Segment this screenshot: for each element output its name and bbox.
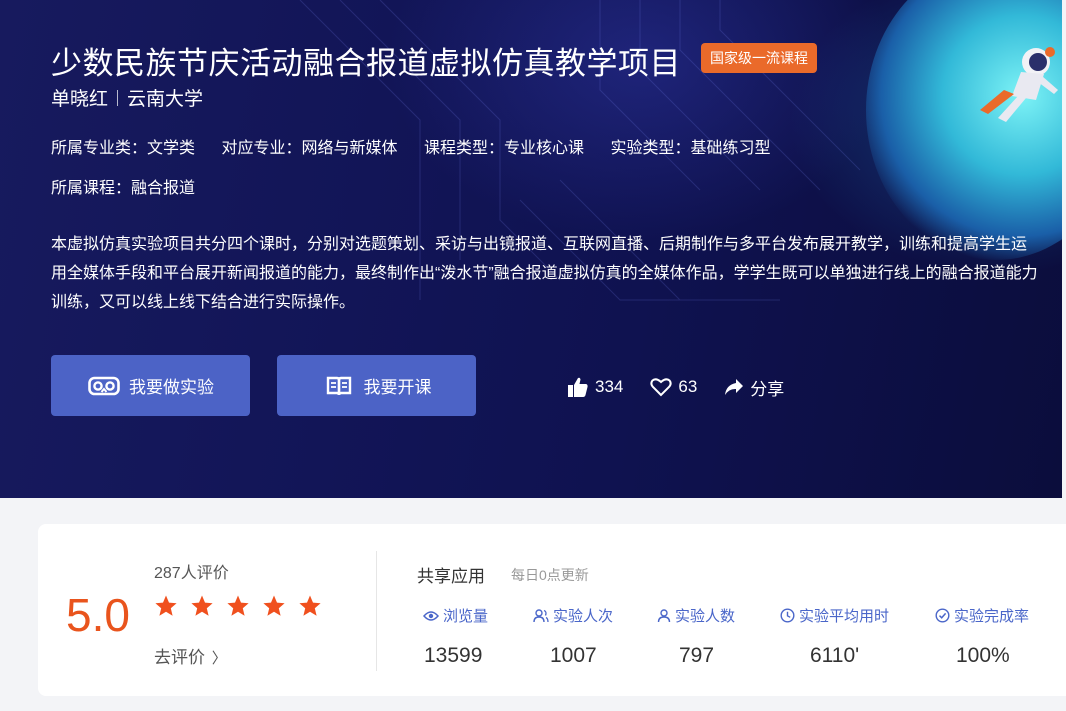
institution-name[interactable]: 云南大学: [127, 89, 203, 110]
go-review-link[interactable]: 去评价 〉: [154, 643, 227, 668]
star-icon: [155, 595, 177, 616]
favorite-count: 63: [678, 377, 698, 396]
stat-value-experiment-users: 797: [679, 644, 715, 667]
start-experiment-button[interactable]: 我要做实验: [51, 355, 250, 416]
chevron-right-icon: 〉: [211, 650, 227, 667]
favorite-button[interactable]: 63: [650, 377, 697, 397]
vr-headset-icon: [87, 374, 121, 398]
stat-label-experiment-times: 实验人次: [533, 605, 613, 626]
star-icon: [191, 595, 213, 616]
start-experiment-label: 我要做实验: [129, 378, 214, 397]
hero-banner: 少数民族节庆活动融合报道虚拟仿真教学项目 国家级一流课程 单晓红 云南大学 所属专…: [0, 0, 1062, 498]
users-icon: [533, 608, 549, 622]
rating-score: 5.0: [66, 589, 130, 641]
open-course-label: 我要开课: [363, 378, 432, 397]
clock-icon: [780, 608, 795, 623]
meta-row: 所属课程：融合报道: [51, 174, 217, 198]
star-icon: [227, 595, 249, 616]
check-circle-icon: [935, 608, 950, 623]
stat-value-average-time: 6110': [810, 644, 860, 667]
eye-icon: [423, 610, 439, 621]
star-icon: [263, 595, 285, 616]
like-button[interactable]: 334: [567, 376, 623, 398]
shared-apps-title: 共享应用: [417, 567, 485, 586]
meta-experiment-type: 实验类型：基础练习型: [610, 140, 771, 157]
author-name[interactable]: 单晓红: [51, 89, 108, 110]
meta-course-type: 课程类型：专业核心课: [423, 140, 584, 157]
star-rating: [154, 594, 334, 618]
heart-icon: [650, 378, 672, 397]
shared-apps-update-note: 每日0点更新: [511, 567, 589, 583]
meta-course: 所属课程：融合报道: [51, 180, 196, 197]
go-review-label: 去评价: [154, 648, 205, 667]
star-icon: [299, 595, 321, 616]
stat-value-completion-rate: 100%: [956, 644, 1010, 667]
social-actions: 334 63 分享: [567, 374, 811, 400]
stat-value-views: 13599: [424, 644, 483, 667]
divider: [376, 551, 377, 671]
project-title: 少数民族节庆活动融合报道虚拟仿真教学项目: [51, 46, 681, 81]
stat-label-average-time: 实验平均用时: [780, 605, 889, 626]
user-icon: [657, 608, 671, 622]
author-line: 单晓红 云南大学: [51, 84, 203, 111]
stat-label-completion-rate: 实验完成率: [935, 605, 1029, 626]
book-icon: [322, 374, 356, 398]
astronaut-illustration: [980, 47, 1058, 122]
project-description: 本虚拟仿真实验项目共分四个课时，分别对选题策划、采访与出镜报道、互联网直播、后期…: [51, 236, 1038, 311]
author-divider: [117, 90, 119, 106]
national-course-badge: 国家级一流课程: [701, 43, 817, 73]
share-label: 分享: [750, 379, 785, 399]
meta-row: 所属专业类：文学类 对应专业：网络与新媒体 课程类型：专业核心课 实验类型：基础…: [51, 134, 792, 158]
thumbs-up-icon: [568, 377, 588, 397]
meta-major-category: 所属专业类：文学类: [51, 140, 196, 157]
stat-label-views: 浏览量: [423, 605, 488, 626]
rating-count: 287人评价: [154, 565, 229, 582]
stat-value-experiment-times: 1007: [550, 644, 597, 667]
stat-label-experiment-users: 实验人数: [657, 605, 735, 626]
share-arrow-icon: [725, 379, 744, 395]
share-button[interactable]: 分享: [724, 375, 784, 400]
meta-major: 对应专业：网络与新媒体: [221, 140, 398, 157]
like-count: 334: [595, 377, 624, 396]
open-course-button[interactable]: 我要开课: [277, 355, 476, 416]
